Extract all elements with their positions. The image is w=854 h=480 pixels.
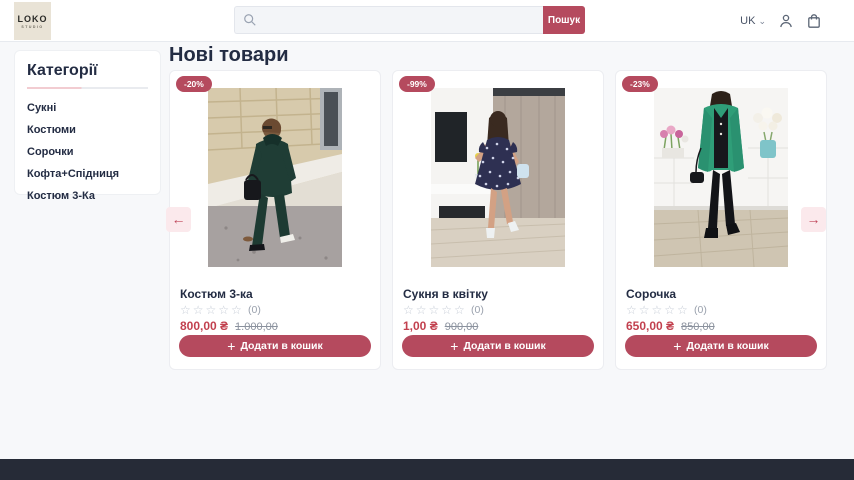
footer	[0, 459, 854, 480]
discount-badge: -99%	[399, 76, 435, 92]
price-row: 800,00 ₴ 1.000,00	[180, 319, 278, 333]
current-price: 800,00 ₴	[180, 319, 228, 333]
search-button[interactable]: Пошук	[543, 6, 585, 34]
price-row: 1,00 ₴ 900,00	[403, 319, 478, 333]
header: LOKO STUDIO Пошук UK ⌄	[0, 0, 854, 42]
carousel-next-button[interactable]: →	[801, 207, 826, 232]
product-photo[interactable]	[208, 88, 342, 267]
rating-stars[interactable]: ☆☆☆☆☆	[180, 303, 244, 317]
chevron-down-icon: ⌄	[758, 17, 766, 26]
rating-count: (0)	[471, 304, 484, 316]
product-carousel: -20%	[169, 70, 827, 370]
sidebar-item-kostiumy[interactable]: Костюми	[27, 119, 148, 141]
add-to-cart-label: Додати в кошик	[463, 340, 545, 352]
search-input[interactable]	[234, 6, 543, 34]
old-price: 850,00	[681, 321, 715, 333]
rating-count: (0)	[694, 304, 707, 316]
sidebar-item-sorochky[interactable]: Сорочки	[27, 141, 148, 163]
add-to-cart-button[interactable]: + Додати в кошик	[179, 335, 371, 357]
logo[interactable]: LOKO STUDIO	[14, 2, 51, 40]
logo-text: LOKO	[18, 14, 48, 24]
product-title[interactable]: Сорочка	[626, 287, 816, 301]
rating-count: (0)	[248, 304, 261, 316]
old-price: 1.000,00	[235, 321, 278, 333]
product-title[interactable]: Сукня в квітку	[403, 287, 593, 301]
add-to-cart-button[interactable]: + Додати в кошик	[625, 335, 817, 357]
discount-badge: -23%	[622, 76, 658, 92]
search-icon	[243, 13, 257, 27]
product-card[interactable]: -23%	[615, 70, 827, 370]
sidebar-item-kostium-3ka[interactable]: Костюм 3-Ка	[27, 185, 148, 207]
current-price: 650,00 ₴	[626, 319, 674, 333]
plus-icon: +	[227, 339, 235, 353]
categories-panel: Категорії Сукні Костюми Сорочки Кофта+Сп…	[14, 50, 161, 195]
person-icon[interactable]	[778, 13, 794, 29]
plus-icon: +	[450, 339, 458, 353]
current-price: 1,00 ₴	[403, 319, 438, 333]
sidebar-item-sukni[interactable]: Сукні	[27, 97, 148, 119]
language-label: UK	[740, 15, 755, 27]
carousel-prev-button[interactable]: ←	[166, 207, 191, 232]
product-title[interactable]: Костюм 3-ка	[180, 287, 370, 301]
add-to-cart-label: Додати в кошик	[686, 340, 768, 352]
shopping-bag-icon[interactable]	[806, 13, 822, 29]
storefront-page: LOKO STUDIO Пошук UK ⌄	[0, 0, 854, 480]
add-to-cart-button[interactable]: + Додати в кошик	[402, 335, 594, 357]
search-bar: Пошук	[234, 6, 585, 34]
categories-title: Категорії	[27, 62, 148, 80]
plus-icon: +	[673, 339, 681, 353]
header-actions: UK ⌄	[740, 0, 822, 42]
price-row: 650,00 ₴ 850,00	[626, 319, 715, 333]
sidebar-item-kofta-spidnytsia[interactable]: Кофта+Спідниця	[27, 163, 148, 185]
old-price: 900,00	[445, 321, 479, 333]
product-photo[interactable]	[654, 88, 788, 267]
divider	[27, 87, 148, 89]
product-card[interactable]: -20%	[169, 70, 381, 370]
discount-badge: -20%	[176, 76, 212, 92]
rating-stars[interactable]: ☆☆☆☆☆	[626, 303, 690, 317]
language-selector[interactable]: UK ⌄	[740, 15, 766, 27]
page-title: Нові товари	[169, 44, 288, 67]
rating-stars[interactable]: ☆☆☆☆☆	[403, 303, 467, 317]
product-photo[interactable]	[431, 88, 565, 267]
product-card[interactable]: -99%	[392, 70, 604, 370]
add-to-cart-label: Додати в кошик	[240, 340, 322, 352]
logo-subtext: STUDIO	[21, 25, 43, 29]
